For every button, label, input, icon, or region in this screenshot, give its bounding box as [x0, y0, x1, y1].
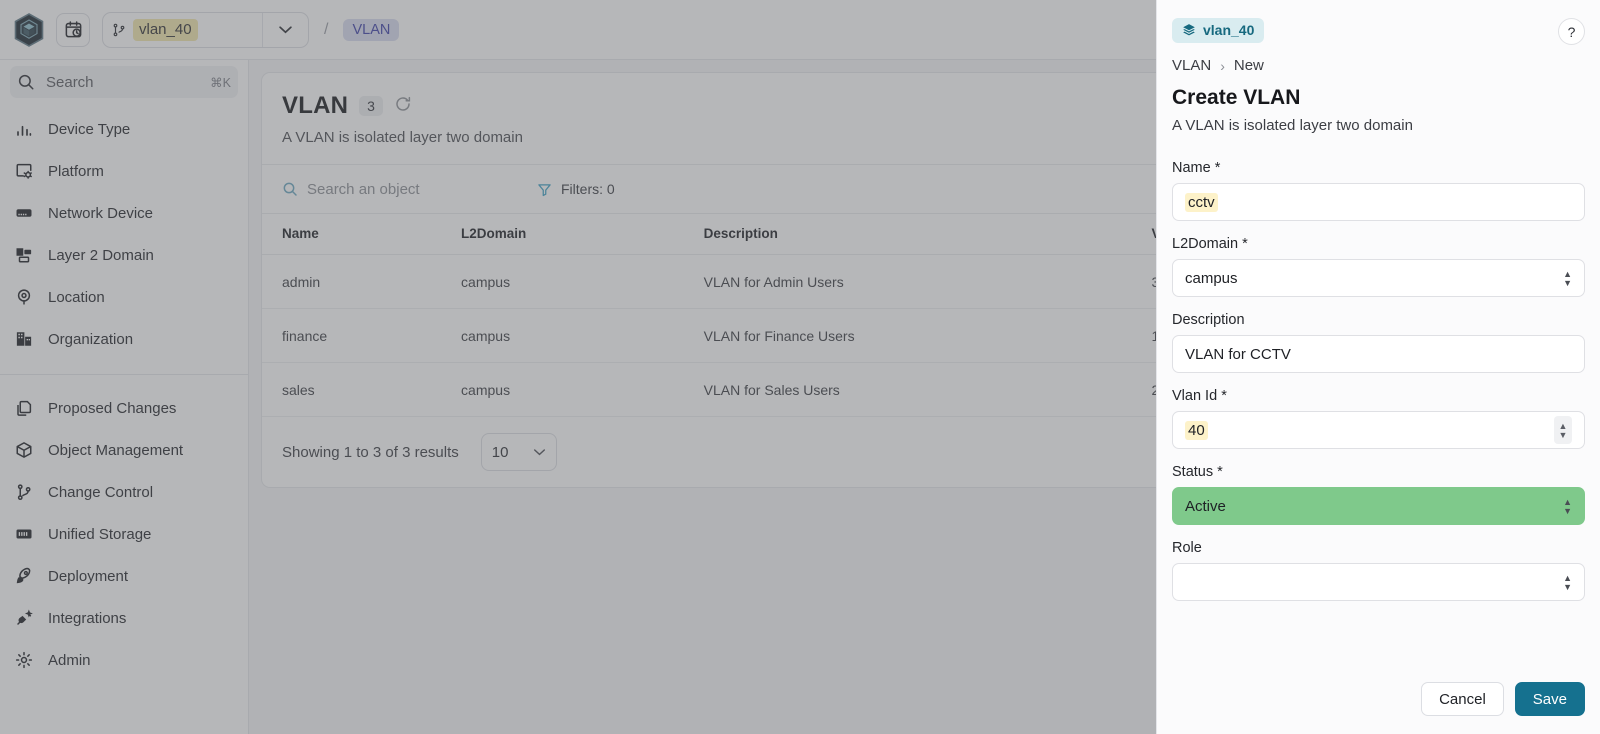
field-l2domain: L2Domain * campus ▲ ▼	[1172, 236, 1585, 297]
chevron-up-down-icon: ▲ ▼	[1563, 496, 1572, 516]
l2domain-select[interactable]: campus ▲ ▼	[1172, 259, 1585, 297]
label-text: L2Domain	[1172, 236, 1239, 252]
create-vlan-drawer: vlan_40 ? VLAN › New Create VLAN A VLAN …	[1156, 0, 1600, 734]
field-label-status: Status *	[1172, 464, 1585, 480]
required-marker: *	[1214, 160, 1221, 176]
drawer-footer: Cancel Save	[1157, 669, 1600, 734]
required-marker: *	[1221, 388, 1227, 404]
breadcrumb-root[interactable]: VLAN	[1172, 57, 1211, 74]
app-root: vlan_40 / VLAN Search ⌘K Device Type Pla…	[0, 0, 1600, 734]
drawer-header: vlan_40 ? VLAN › New Create VLAN A VLAN …	[1157, 0, 1600, 148]
field-label-name: Name *	[1172, 160, 1585, 176]
chevron-up-down-icon: ▲ ▼	[1563, 572, 1572, 592]
drawer-breadcrumb: VLAN › New	[1172, 57, 1585, 74]
drawer-branch-label: vlan_40	[1203, 22, 1255, 38]
stepper-up-icon[interactable]: ▲	[1559, 421, 1568, 430]
breadcrumb-current: New	[1233, 57, 1264, 74]
drawer-subtitle: A VLAN is isolated layer two domain	[1172, 117, 1413, 134]
required-marker: *	[1242, 236, 1248, 252]
required-marker: *	[1217, 464, 1223, 480]
label-text: Role	[1172, 540, 1202, 556]
status-select[interactable]: Active ▲ ▼	[1172, 487, 1585, 525]
create-vlan-form: Name * cctv L2Domain * campus ▲ ▼ Descri…	[1157, 148, 1600, 669]
field-status: Status * Active ▲ ▼	[1172, 464, 1585, 525]
chevron-right-icon: ›	[1220, 57, 1225, 74]
label-text: Vlan Id	[1172, 388, 1218, 404]
field-label-description: Description	[1172, 312, 1585, 328]
field-vlan-id: Vlan Id * 40 ▲ ▼	[1172, 388, 1585, 449]
field-description: Description VLAN for CCTV	[1172, 312, 1585, 373]
vlan-id-input-value: 40	[1185, 420, 1208, 440]
role-select[interactable]: ▲ ▼	[1172, 563, 1585, 601]
number-stepper[interactable]: ▲ ▼	[1554, 416, 1572, 444]
label-text: Name	[1172, 160, 1211, 176]
layers-icon	[1183, 24, 1195, 36]
field-label-l2domain: L2Domain *	[1172, 236, 1585, 252]
chevron-up-down-icon: ▲ ▼	[1563, 268, 1572, 288]
vlan-id-input[interactable]: 40 ▲ ▼	[1172, 411, 1585, 449]
drawer-branch-badge[interactable]: vlan_40	[1172, 18, 1265, 43]
field-label-role: Role	[1172, 540, 1585, 556]
label-text: Description	[1172, 312, 1245, 328]
field-role: Role ▲ ▼	[1172, 540, 1585, 601]
help-button[interactable]: ?	[1558, 18, 1585, 45]
field-label-vlan-id: Vlan Id *	[1172, 388, 1585, 404]
status-select-value: Active	[1185, 497, 1226, 515]
save-button[interactable]: Save	[1514, 682, 1585, 716]
description-input-value: VLAN for CCTV	[1185, 345, 1291, 363]
label-text: Status	[1172, 464, 1214, 480]
name-input[interactable]: cctv	[1172, 183, 1585, 221]
field-name: Name * cctv	[1172, 160, 1585, 221]
l2domain-select-value: campus	[1185, 269, 1238, 287]
cancel-button[interactable]: Cancel	[1421, 682, 1504, 716]
name-input-value: cctv	[1185, 192, 1218, 212]
drawer-title: Create VLAN	[1172, 86, 1301, 109]
stepper-down-icon[interactable]: ▼	[1559, 430, 1568, 439]
description-input[interactable]: VLAN for CCTV	[1172, 335, 1585, 373]
